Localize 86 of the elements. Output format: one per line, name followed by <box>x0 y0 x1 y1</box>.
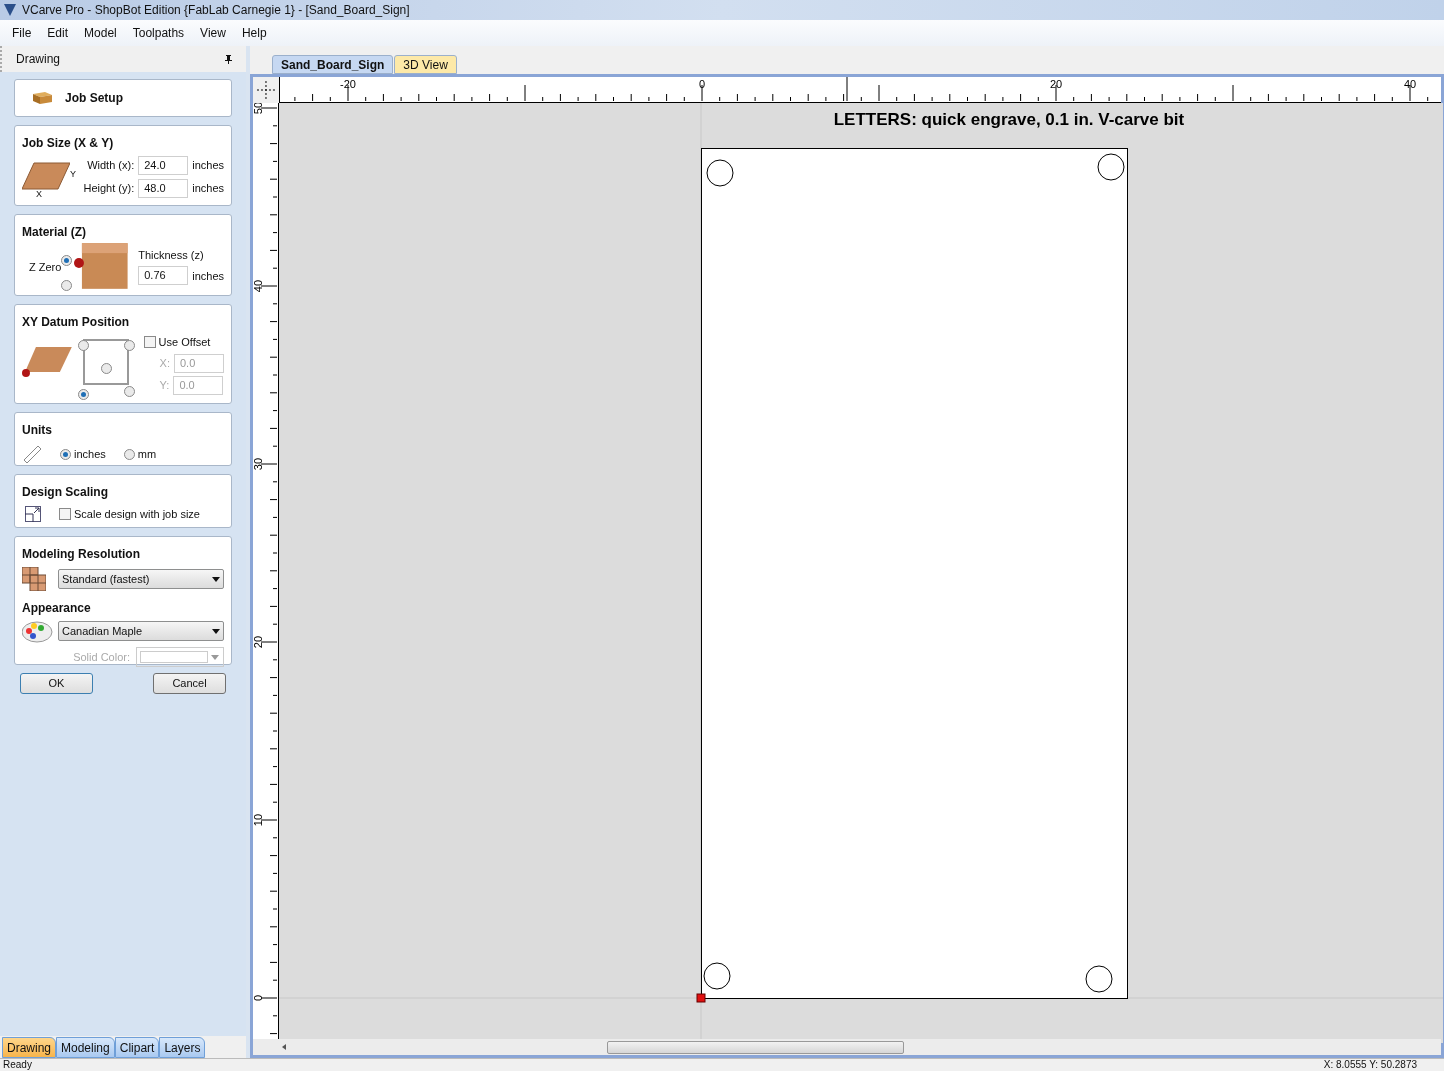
radio-button[interactable] <box>60 448 71 460</box>
input-field[interactable]: 0.76 <box>138 266 189 286</box>
ruler-label: 50 <box>253 103 264 115</box>
field-label: Thickness (z) <box>138 247 205 263</box>
unit-label: inches <box>192 268 224 284</box>
ruler-label: 0 <box>698 78 705 90</box>
dropdown[interactable]: Standard (fastest) <box>58 569 224 589</box>
section-title: Job Size (X & Y) <box>22 135 115 152</box>
ok-button[interactable]: OK <box>20 673 93 694</box>
section-title: Design Scaling <box>22 484 110 501</box>
field-label: Height (y): <box>82 181 135 197</box>
view-tab[interactable]: Sand_Board_Sign <box>272 55 394 74</box>
input-field[interactable]: 24.0 <box>138 156 189 175</box>
axis-label: X <box>36 190 42 199</box>
panel-tab[interactable]: Drawing <box>2 1037 56 1058</box>
job-setup-title: Job Setup <box>65 90 123 107</box>
grid-icon <box>22 567 46 591</box>
cursor-coordinates: X: 8.0555 Y: 50.2873 <box>1323 1059 1417 1071</box>
status-message: Ready <box>3 1059 32 1071</box>
ruler-label: 0 <box>253 994 264 1002</box>
ruler-label: 10 <box>253 813 264 827</box>
palette-icon <box>22 619 53 643</box>
section-title: Modeling Resolution <box>22 546 141 563</box>
ruler-label: -20 <box>340 78 356 90</box>
pin-icon[interactable] <box>225 54 232 64</box>
unit-label: inches <box>192 181 224 197</box>
ruler-label: 40 <box>1403 78 1417 90</box>
ruler-label: 20 <box>253 635 264 649</box>
z-zero-label: Z Zero <box>29 260 62 275</box>
menu-item[interactable]: Toolpaths <box>132 24 185 42</box>
hole-circle <box>1085 965 1113 993</box>
ruler-label: 30 <box>253 457 264 471</box>
menu-item[interactable]: View <box>200 24 226 42</box>
app-logo-icon <box>4 4 16 16</box>
radio-button[interactable] <box>123 340 135 351</box>
sign-heading: LETTERS: quick engrave, 0.1 in. V-carve bit <box>833 110 1185 129</box>
radio-label: inches <box>74 446 106 462</box>
field-label: Solid Color: <box>73 649 130 665</box>
origin-marker <box>696 993 706 1003</box>
radio-button[interactable] <box>61 280 72 291</box>
menu-item[interactable]: Edit <box>47 24 69 42</box>
checkbox-label: Use Offset <box>158 335 211 350</box>
field-label: X: <box>159 355 170 371</box>
menu-item[interactable]: Model <box>84 24 117 42</box>
radio-button[interactable] <box>77 340 89 351</box>
unit-label: inches <box>192 158 224 174</box>
dropdown[interactable]: Canadian Maple <box>58 621 224 641</box>
radio-button[interactable] <box>100 363 112 374</box>
hole-circle <box>706 159 734 187</box>
section-title: Appearance <box>22 600 92 617</box>
color-dropdown[interactable] <box>136 647 224 667</box>
caret-icon <box>211 654 219 660</box>
field-label: Width (x): <box>86 158 135 174</box>
section-title: XY Datum Position <box>22 314 131 331</box>
field-label: Y: <box>159 377 170 393</box>
board-icon <box>31 91 53 105</box>
panel-tab[interactable]: Clipart <box>114 1037 160 1058</box>
hole-circle <box>703 962 731 990</box>
axis-label: Y <box>70 170 76 179</box>
resize-icon <box>25 506 41 523</box>
radio-button[interactable] <box>123 448 135 460</box>
caret-icon <box>212 576 220 582</box>
ruler-label: 40 <box>253 279 264 293</box>
menu-item[interactable]: Help <box>241 24 267 42</box>
caret-icon <box>212 628 220 634</box>
radio-button[interactable] <box>61 255 72 266</box>
checkbox[interactable] <box>143 336 156 349</box>
radio-button[interactable] <box>77 389 89 400</box>
radio-label: mm <box>137 446 157 462</box>
menu-item[interactable]: File <box>12 24 32 42</box>
checkbox-label: Scale design with job size <box>74 507 200 522</box>
panel-title: Drawing <box>16 51 60 68</box>
input-field[interactable]: 48.0 <box>138 179 189 198</box>
radio-button[interactable] <box>123 386 135 397</box>
cancel-button[interactable]: Cancel <box>153 673 226 694</box>
scrollbar-thumb[interactable] <box>607 1040 904 1054</box>
sheet-icon <box>22 162 70 190</box>
section-title: Material (Z) <box>22 224 87 241</box>
ruler-label: 20 <box>1049 78 1063 90</box>
section-title: Units <box>22 422 53 439</box>
panel-tab[interactable]: Modeling <box>56 1037 115 1058</box>
panel-tab[interactable]: Layers <box>159 1037 206 1058</box>
window-title: VCarve Pro - ShopBot Edition {FabLab Carnegie 1} - [Sand_Board_Sign] <box>22 2 410 19</box>
hole-circle <box>1097 153 1125 181</box>
checkbox[interactable] <box>59 508 71 521</box>
view-tab[interactable]: 3D View <box>394 55 457 74</box>
